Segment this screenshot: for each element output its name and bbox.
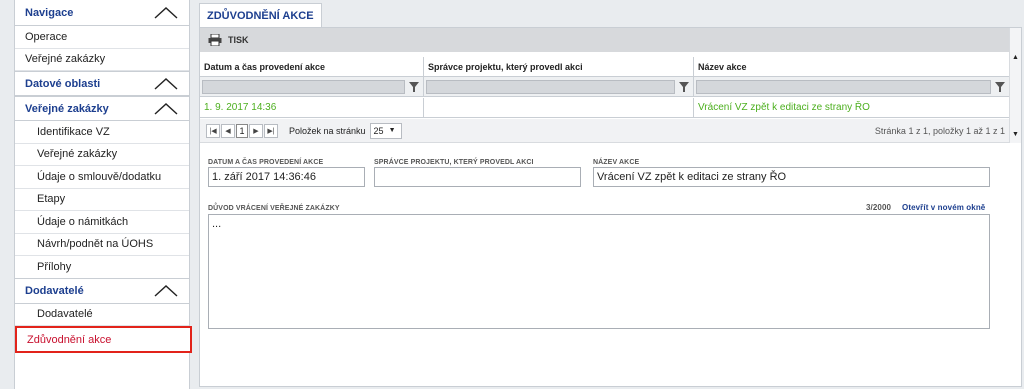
sidebar-item-udaje-o-smlouve[interactable]: Údaje o smlouvě/dodatku bbox=[15, 166, 189, 189]
chevron-up-icon[interactable] bbox=[153, 102, 179, 116]
section-suppliers[interactable]: Dodavatelé bbox=[15, 278, 189, 304]
column-header-datetime[interactable]: Datum a čas provedení akce bbox=[200, 57, 424, 76]
sidebar-item-label: Veřejné zakázky bbox=[37, 148, 118, 161]
chevron-up-icon[interactable] bbox=[153, 77, 179, 91]
filter-icon[interactable] bbox=[407, 80, 421, 94]
reason-textarea[interactable]: ... bbox=[208, 214, 990, 329]
filter-cell bbox=[200, 77, 424, 96]
datetime-field[interactable]: 1. září 2017 14:36:46 bbox=[208, 167, 365, 187]
cell-action: Vrácení VZ zpět k editaci ze strany ŘO bbox=[698, 102, 870, 113]
next-page-icon[interactable]: ▶ bbox=[249, 123, 263, 138]
sidebar-item-label: Dodavatelé bbox=[37, 308, 93, 321]
per-page-value: 25 bbox=[373, 125, 384, 136]
filter-cell bbox=[424, 77, 694, 96]
section-navigation[interactable]: Navigace bbox=[15, 0, 189, 26]
toolbar: TISK bbox=[200, 28, 1009, 52]
sidebar-item-label: Veřejné zakázky bbox=[25, 53, 106, 66]
sidebar-item-verejne-zakazky-sub[interactable]: Veřejné zakázky bbox=[15, 144, 189, 166]
chevron-up-icon[interactable] bbox=[153, 284, 179, 298]
column-header-label: Datum a čas provedení akce bbox=[204, 61, 326, 72]
reason-label: DŮVOD VRÁCENÍ VEŘEJNÉ ZAKÁZKY bbox=[208, 205, 340, 212]
scroll-down-icon[interactable]: ▼ bbox=[1010, 131, 1021, 138]
scroll-up-icon[interactable]: ▲ bbox=[1010, 54, 1021, 61]
prev-page-icon[interactable]: ◀ bbox=[221, 123, 235, 138]
sidebar-item-label: Etapy bbox=[37, 193, 66, 206]
last-page-icon[interactable]: ▶| bbox=[264, 123, 278, 138]
filter-icon[interactable] bbox=[993, 80, 1007, 94]
main-content: ZDŮVODNĚNÍ AKCE TISK Datum a čas provede… bbox=[199, 0, 1024, 389]
tab-zduvodneni-akce[interactable]: ZDŮVODNĚNÍ AKCE bbox=[199, 3, 322, 28]
section-suppliers-title: Dodavatelé bbox=[25, 284, 84, 297]
filter-row bbox=[200, 77, 1009, 97]
sidebar-item-dodavatele[interactable]: Dodavatelé bbox=[15, 304, 189, 326]
print-button[interactable]: TISK bbox=[228, 35, 249, 45]
filter-icon[interactable] bbox=[677, 80, 691, 94]
section-public-contracts[interactable]: Veřejné zakázky bbox=[15, 96, 189, 121]
current-page-input[interactable]: 1 bbox=[236, 123, 248, 138]
sidebar-item-zduvodneni-akce[interactable]: Zdůvodnění akce bbox=[15, 326, 192, 353]
column-header-manager[interactable]: Správce projektu, který provedl akci bbox=[424, 57, 694, 76]
manager-field[interactable] bbox=[374, 167, 581, 187]
sidebar-item-label: Identifikace VZ bbox=[37, 125, 110, 138]
sidebar-item-label: Operace bbox=[25, 30, 68, 43]
sidebar-item-label: Zdůvodnění akce bbox=[27, 333, 112, 346]
section-data-areas-title: Datové oblasti bbox=[25, 77, 101, 90]
sidebar-item-prilohy[interactable]: Přílohy bbox=[15, 256, 189, 279]
sidebar: Navigace Operace Veřejné zakázky Datové … bbox=[14, 0, 192, 389]
pager-info: Stránka 1 z 1, položky 1 až 1 z 1 bbox=[874, 125, 1005, 136]
manager-label: SPRÁVCE PROJEKTU, KTERÝ PROVEDL AKCI bbox=[374, 159, 534, 166]
filter-input-action[interactable] bbox=[696, 79, 991, 94]
tab-label: ZDŮVODNĚNÍ AKCE bbox=[207, 10, 314, 22]
column-header-action[interactable]: Název akce bbox=[694, 57, 1009, 76]
filter-cell bbox=[694, 77, 1009, 96]
sidebar-item-navrh-podnet[interactable]: Návrh/podnět na ÚOHS bbox=[15, 234, 189, 256]
printer-icon[interactable] bbox=[208, 34, 222, 46]
sidebar-item-label: Přílohy bbox=[37, 260, 72, 273]
action-label: NÁZEV AKCE bbox=[593, 159, 640, 166]
table-row[interactable]: 1. 9. 2017 14:36 Vrácení VZ zpět k edita… bbox=[200, 98, 1009, 118]
sidebar-item-identifikace-vz[interactable]: Identifikace VZ bbox=[15, 121, 189, 144]
sidebar-item-operace[interactable]: Operace bbox=[15, 26, 189, 49]
first-page-icon[interactable]: |◀ bbox=[206, 123, 220, 138]
open-new-window-link[interactable]: Otevřít v novém okně bbox=[902, 203, 985, 212]
chevron-down-icon: ▼ bbox=[388, 127, 396, 134]
sidebar-item-verejne-zakazky[interactable]: Veřejné zakázky bbox=[15, 49, 189, 71]
cell-datetime: 1. 9. 2017 14:36 bbox=[200, 98, 424, 117]
column-header-label: Správce projektu, který provedl akci bbox=[428, 61, 583, 72]
action-field[interactable]: Vrácení VZ zpět k editaci ze strany ŘO bbox=[593, 167, 990, 187]
chevron-up-icon[interactable] bbox=[153, 6, 179, 20]
per-page-select[interactable]: 25 ▼ bbox=[369, 122, 402, 139]
sidebar-item-label: Údaje o smlouvě/dodatku bbox=[37, 170, 162, 183]
content-panel: TISK Datum a čas provedení akce Správce … bbox=[199, 27, 1022, 387]
sidebar-item-etapy[interactable]: Etapy bbox=[15, 189, 189, 211]
section-data-areas[interactable]: Datové oblasti bbox=[15, 71, 189, 96]
grid-header: Datum a čas provedení akce Správce proje… bbox=[200, 57, 1009, 77]
cell-manager bbox=[424, 98, 694, 117]
per-page-label: Položek na stránku bbox=[289, 125, 366, 136]
sidebar-item-label: Údaje o námitkách bbox=[37, 215, 129, 228]
sidebar-item-label: Návrh/podnět na ÚOHS bbox=[37, 238, 154, 251]
datetime-label: DATUM A ČAS PROVEDENÍ AKCE bbox=[208, 159, 324, 166]
section-public-contracts-title: Veřejné zakázky bbox=[25, 102, 109, 115]
reason-counter: 3/2000 bbox=[866, 203, 892, 212]
filter-input-datetime[interactable] bbox=[202, 79, 405, 94]
pager: |◀ ◀ 1 ▶ ▶| Položek na stránku 25 ▼ Strán… bbox=[200, 119, 1009, 143]
column-header-label: Název akce bbox=[698, 61, 747, 72]
section-navigation-title: Navigace bbox=[25, 6, 74, 19]
sidebar-item-udaje-o-namitkach[interactable]: Údaje o námitkách bbox=[15, 211, 189, 234]
grid-scrollbar[interactable]: ▲ ▼ bbox=[1009, 28, 1021, 143]
filter-input-manager[interactable] bbox=[426, 79, 675, 94]
